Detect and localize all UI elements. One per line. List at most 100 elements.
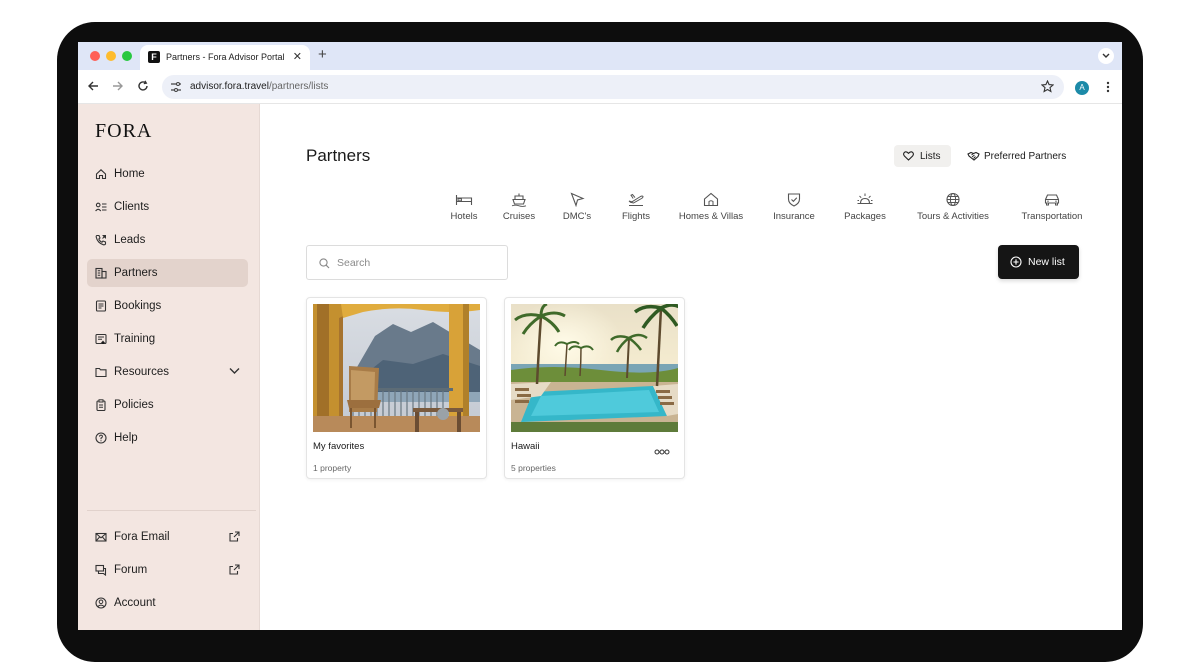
sidebar-item-label: Home [114,168,145,180]
new-tab-button[interactable]: + [318,47,327,63]
category-label: Packages [844,211,886,222]
sidebar-item-fora-email[interactable]: Fora Email [87,523,248,551]
sidebar-item-home[interactable]: Home [87,160,248,188]
list-count: 5 properties [511,463,556,473]
building-icon [95,267,107,279]
tab-bar: F Partners - Fora Advisor Portal ✕ + [78,42,1122,70]
search-icon [319,258,330,269]
navigation-icon [570,192,585,207]
category-label: Transportation [1021,211,1083,222]
site-settings-icon[interactable] [170,81,182,93]
minimize-window-button[interactable] [106,51,116,61]
category-packages[interactable]: Packages [842,192,888,222]
globe-icon [946,192,960,207]
sidebar-item-partners[interactable]: Partners [87,259,248,287]
document-icon [95,300,107,312]
chevron-down-icon[interactable] [229,367,240,375]
category-hotels[interactable]: Hotels [444,192,484,222]
category-label: Flights [622,211,650,222]
bookmark-star-icon[interactable] [1041,80,1054,93]
maximize-window-button[interactable] [122,51,132,61]
list-card[interactable]: My favorites 1 property [306,297,487,479]
forum-icon [95,564,107,576]
home-icon [95,169,107,180]
browser-window: F Partners - Fora Advisor Portal ✕ + adv… [78,42,1122,630]
browser-menu-icon[interactable] [1106,81,1110,93]
search-input[interactable] [337,255,497,271]
list-cover-image [313,304,480,432]
sidebar-item-label: Forum [114,564,148,576]
sidebar-item-policies[interactable]: Policies [87,391,248,419]
sidebar-item-label: Policies [114,399,154,411]
account-icon [95,597,107,609]
sidebar-item-label: Resources [114,366,169,378]
clients-icon [95,202,107,212]
sidebar-item-clients[interactable]: Clients [87,193,248,221]
forward-arrow-icon[interactable] [112,80,124,92]
url-path: /partners/lists [268,81,329,92]
plane-icon [628,193,644,206]
tab-search-button[interactable] [1098,48,1114,64]
url-text: advisor.fora.travel/partners/lists [190,81,328,92]
sidebar-item-forum[interactable]: Forum [87,556,248,584]
mail-icon [95,532,107,542]
category-tours-activities[interactable]: Tours & Activities [912,192,994,222]
sidebar-item-label: Help [114,432,138,444]
more-options-icon[interactable] [654,449,670,455]
sidebar-item-leads[interactable]: Leads [87,226,248,254]
sidebar-item-label: Leads [114,234,146,246]
bed-icon [455,195,473,205]
list-name: My favorites [313,441,365,452]
sidebar: FORA Home Clients Leads Partners Booking… [78,104,260,630]
sidebar-item-resources[interactable]: Resources [87,358,248,386]
category-flights[interactable]: Flights [616,192,656,222]
sidebar-item-label: Fora Email [114,531,170,543]
lists-button[interactable]: Lists [894,145,951,167]
browser-toolbar: advisor.fora.travel/partners/lists A [78,70,1122,104]
category-label: Tours & Activities [917,211,989,222]
category-cruises[interactable]: Cruises [499,192,539,222]
category-dmcs[interactable]: DMC's [557,192,597,222]
address-bar[interactable]: advisor.fora.travel/partners/lists [162,75,1064,99]
chevron-down-icon [1102,53,1110,58]
category-label: Insurance [773,211,815,222]
category-transportation[interactable]: Transportation [1017,192,1087,222]
plus-circle-icon [1010,256,1022,268]
help-icon [95,432,107,444]
list-card[interactable]: Hawaii 5 properties [504,297,685,479]
sidebar-item-account[interactable]: Account [87,589,248,617]
back-arrow-icon[interactable] [87,80,99,92]
profile-avatar[interactable]: A [1075,81,1089,95]
clipboard-icon [96,399,106,411]
sidebar-item-label: Partners [114,267,158,279]
page-title: Partners [306,146,371,165]
sidebar-item-label: Bookings [114,300,162,312]
main-content: Partners Lists Preferred Partners Hotels… [261,104,1122,630]
sidebar-divider [87,510,256,511]
sidebar-item-bookings[interactable]: Bookings [87,292,248,320]
handshake-icon [967,151,980,161]
heart-icon [903,151,914,161]
new-list-button[interactable]: New list [998,245,1079,279]
category-homes-villas[interactable]: Homes & Villas [676,192,746,222]
list-name: Hawaii [511,441,540,452]
preferred-partners-label: Preferred Partners [984,151,1067,162]
tab-close-icon[interactable]: ✕ [293,50,302,63]
car-icon [1044,194,1060,206]
new-list-label: New list [1028,256,1065,268]
search-box[interactable] [306,245,508,280]
sidebar-item-help[interactable]: Help [87,424,248,452]
phone-icon [95,234,107,246]
category-label: Cruises [502,211,536,222]
shield-icon [787,193,801,207]
browser-tab[interactable]: F Partners - Fora Advisor Portal ✕ [140,45,310,70]
category-label: Hotels [450,211,478,222]
category-insurance[interactable]: Insurance [769,192,819,222]
sidebar-item-training[interactable]: Training [87,325,248,353]
folder-icon [95,367,107,378]
fora-logo[interactable]: FORA [95,120,152,143]
reload-icon[interactable] [137,80,149,92]
list-cover-image [511,304,678,432]
preferred-partners-button[interactable]: Preferred Partners [958,145,1076,167]
close-window-button[interactable] [90,51,100,61]
